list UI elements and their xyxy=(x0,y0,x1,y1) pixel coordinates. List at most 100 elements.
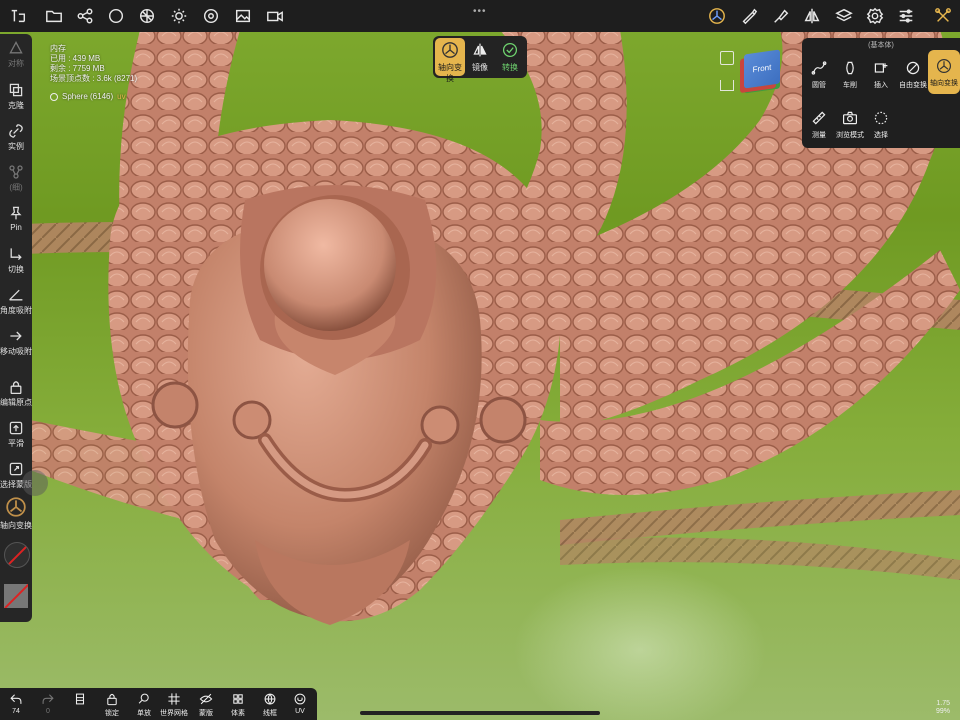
folder-icon[interactable] xyxy=(42,4,66,28)
ruler-icon xyxy=(812,111,826,125)
tool-lathe[interactable]: 车削 xyxy=(833,60,867,90)
brush-icon[interactable] xyxy=(737,4,761,28)
axis-transform-option-label: 轴向变换 xyxy=(438,63,462,83)
move-snap-button[interactable]: 移动吸附 xyxy=(0,328,32,357)
mirror-icon xyxy=(470,40,490,60)
axis-transform-option[interactable]: 轴向变换 xyxy=(435,38,465,83)
axis-transform-label: 轴向变换 xyxy=(0,521,32,530)
post-process-icon[interactable] xyxy=(199,4,223,28)
zoom-value: 99% xyxy=(936,708,951,715)
edit-origin-label: 编辑原点 xyxy=(0,398,32,407)
object-entry[interactable]: Sphere (6146) uv xyxy=(50,92,137,102)
shape-icon[interactable] xyxy=(104,4,128,28)
insert-icon xyxy=(874,63,888,73)
home-view-icon[interactable] xyxy=(720,80,734,91)
material-icon[interactable] xyxy=(135,4,159,28)
tube-icon xyxy=(811,61,827,75)
pin-button[interactable]: Pin xyxy=(0,205,32,232)
gizmo-popup: 轴向变换 镜像 转换 xyxy=(433,36,527,83)
undo-button[interactable]: 74 xyxy=(6,692,26,715)
tool-insert[interactable]: 插入 xyxy=(864,60,898,90)
status-readout: 1.75 99% xyxy=(936,700,950,716)
free-transform-icon xyxy=(906,61,920,75)
settings-icon[interactable] xyxy=(863,4,887,28)
left-toolbar: 对称 克隆 实例 (细) Pin 切换 角度吸附 移动吸附 编辑原点 平滑 选择… xyxy=(0,34,32,622)
tool-measure[interactable]: 测量 xyxy=(802,110,836,140)
world-grid-button[interactable]: 世界网格 xyxy=(158,692,190,718)
mirror-option[interactable]: 镜像 xyxy=(465,38,495,76)
lock-button[interactable]: 锁定 xyxy=(98,692,126,718)
voxel-icon xyxy=(233,694,243,704)
camera-icon xyxy=(843,111,857,125)
paint-icon[interactable] xyxy=(769,4,793,28)
bottom-toolbar: 74 0 锁定 单放 世界网格 蒙版 体素 线框 UV xyxy=(0,688,317,720)
select-lasso-icon xyxy=(874,111,888,125)
scene-info: 内存 已用 : 439 MB 剩余 : 7759 MB 场景顶点数 : 3.6k… xyxy=(50,44,137,102)
symmetry-icon[interactable] xyxy=(800,4,824,28)
angle-snap-label: 角度吸附 xyxy=(0,306,32,315)
undo-icon xyxy=(10,694,22,704)
tool-insert-label: 插入 xyxy=(874,82,888,89)
nomad-logo-icon[interactable] xyxy=(6,4,30,28)
tool-select-label: 选择 xyxy=(874,132,888,139)
uv-icon xyxy=(294,693,306,705)
voxel-button[interactable]: 体素 xyxy=(226,692,250,718)
visibility-radio[interactable] xyxy=(50,93,58,101)
redo-button[interactable]: 0 xyxy=(38,692,58,715)
tool-axis-transform-label: 轴向变换 xyxy=(930,80,958,87)
object-name: Sphere (6146) xyxy=(62,92,114,101)
gizmo-axis-icon[interactable] xyxy=(705,4,729,28)
scene-graph-icon[interactable] xyxy=(73,4,97,28)
axis-gizmo-icon xyxy=(440,40,460,60)
world-grid-label: 世界网格 xyxy=(160,710,188,717)
tool-browse-mode[interactable]: 浏览模式 xyxy=(833,110,867,140)
instance-label: 实例 xyxy=(8,142,24,151)
lathe-icon xyxy=(846,61,854,75)
lock-icon xyxy=(107,693,117,706)
image-icon[interactable] xyxy=(231,4,255,28)
mask-toggle[interactable]: 蒙版 xyxy=(194,692,218,718)
more-dots-icon[interactable]: ••• xyxy=(473,6,487,17)
axis-transform-button[interactable]: 轴向变换 xyxy=(0,496,32,531)
color-swatch-secondary[interactable] xyxy=(4,584,28,608)
tool-tube[interactable]: 圆管 xyxy=(802,60,836,90)
angle-snap-button[interactable]: 角度吸附 xyxy=(0,287,32,316)
fullscreen-icon[interactable] xyxy=(720,51,734,65)
mirror-label: 镜像 xyxy=(472,63,488,72)
axis-transform-tool-icon xyxy=(937,59,951,73)
uv-label: UV xyxy=(295,708,305,715)
tool-free-transform[interactable]: 自由变换 xyxy=(896,60,930,90)
solo-label: 单放 xyxy=(137,710,151,717)
video-icon[interactable] xyxy=(263,4,287,28)
layers-stack-button[interactable] xyxy=(70,692,90,708)
redo-icon xyxy=(42,694,54,704)
tool-axis-transform[interactable]: 轴向变换 xyxy=(928,50,960,94)
uv-toggle[interactable]: UV xyxy=(290,692,310,715)
view-cube[interactable]: Front xyxy=(744,49,780,89)
fps-value: 1.75 xyxy=(936,700,951,707)
tool-lathe-label: 车削 xyxy=(843,82,857,89)
detail-button[interactable]: (细) xyxy=(0,164,32,193)
color-swatch-primary[interactable] xyxy=(4,542,30,568)
clone-button[interactable]: 克隆 xyxy=(0,82,32,111)
voxel-label: 体素 xyxy=(231,710,245,717)
wireframe-toggle[interactable]: 线框 xyxy=(258,692,282,718)
layers-icon[interactable] xyxy=(832,4,856,28)
edit-origin-button[interactable]: 编辑原点 xyxy=(0,379,32,408)
light-icon[interactable] xyxy=(167,4,191,28)
scene-vertices: 场景顶点数 : 3.6k (8271) xyxy=(50,74,138,83)
tool-select[interactable]: 选择 xyxy=(864,110,898,140)
home-indicator[interactable] xyxy=(360,711,600,715)
smooth-button[interactable]: 平滑 xyxy=(0,420,32,449)
switch-button[interactable]: 切换 xyxy=(0,246,32,275)
tools-icon[interactable] xyxy=(931,4,955,28)
sliders-icon[interactable] xyxy=(894,4,918,28)
floating-handle[interactable] xyxy=(22,470,48,496)
instance-button[interactable]: 实例 xyxy=(0,123,32,152)
convert-option[interactable]: 转换 xyxy=(495,38,525,76)
detail-label: (细) xyxy=(9,183,23,192)
symmetry-toggle[interactable]: 对称 xyxy=(0,40,32,69)
lock-label: 锁定 xyxy=(105,710,119,717)
tool-tube-label: 圆管 xyxy=(812,82,826,89)
solo-button[interactable]: 单放 xyxy=(130,692,158,718)
